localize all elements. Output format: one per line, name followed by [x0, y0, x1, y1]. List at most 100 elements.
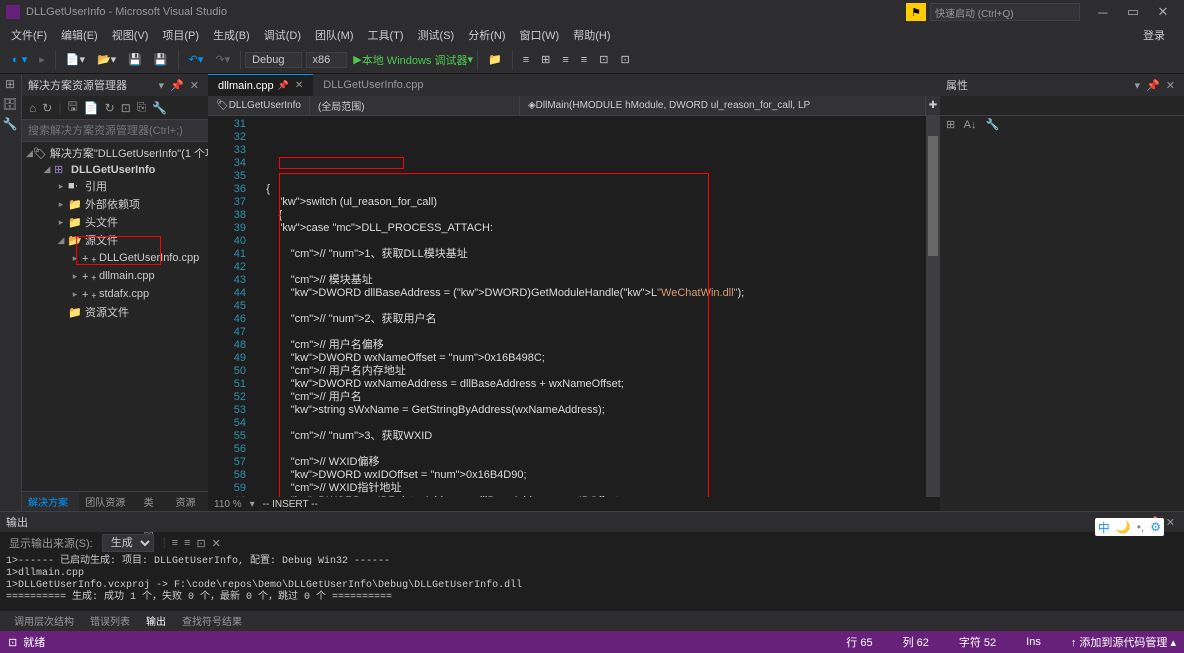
ime-zh-icon[interactable]: 中 [1095, 518, 1113, 536]
panel-pin-icon[interactable]: 📌 [167, 79, 187, 92]
ime-gear-icon[interactable]: ⚙ [1147, 518, 1164, 536]
tab-resource[interactable]: 资源视图 [170, 492, 209, 511]
tb-icon-5[interactable]: ≡ [577, 52, 591, 68]
file-dllmain[interactable]: ▸+﹢dllmain.cpp [22, 267, 208, 285]
props-dropdown-icon[interactable]: ▾ [1132, 79, 1144, 92]
tb-icon-6[interactable]: ⊡ [595, 51, 612, 68]
tab-getuserinfo[interactable]: DLLGetUserInfo.cpp [313, 74, 433, 96]
tb-icon-7[interactable]: ⊡ [616, 51, 633, 68]
new-button[interactable]: 📄▾ [62, 51, 89, 68]
out-close-icon[interactable]: ✕ [1163, 516, 1178, 529]
home-icon[interactable]: ⌂ [26, 101, 39, 115]
menu-analyze[interactable]: 分析(N) [461, 25, 512, 45]
pin-icon[interactable]: 📌 [278, 80, 289, 91]
props-pin-icon[interactable]: 📌 [1143, 79, 1163, 92]
nav-back-button[interactable]: ◐ ▾ [8, 51, 31, 68]
output-body[interactable]: 1>------ 已启动生成: 项目: DLLGetUserInfo, 配置: … [0, 554, 1184, 611]
undo-button[interactable]: ↶▾ [185, 51, 208, 68]
save-button[interactable]: 💾 [124, 51, 146, 68]
config-dropdown[interactable]: Debug [245, 52, 301, 68]
quick-launch-input[interactable]: 快速启动 (Ctrl+Q) [930, 3, 1080, 21]
tool-icon-6[interactable]: 🔧 [149, 101, 170, 115]
external-deps-node[interactable]: ▸📁外部依赖项 [22, 195, 208, 213]
panel-close-icon[interactable]: ✕ [187, 79, 202, 92]
maximize-button[interactable]: ▭ [1118, 2, 1148, 22]
menu-view[interactable]: 视图(V) [105, 25, 156, 45]
props-close-icon[interactable]: ✕ [1163, 79, 1178, 92]
source-control-button[interactable]: ↑ 添加到源代码管理 ▴ [1071, 634, 1176, 650]
ime-punct-icon[interactable]: •, [1134, 518, 1148, 536]
out-tool-2[interactable]: ≡ [181, 537, 193, 549]
signin-link[interactable]: 登录 [1136, 25, 1172, 45]
zoom-level[interactable]: 110 % [214, 499, 242, 510]
tool-icon-4[interactable]: ⊡ [118, 101, 134, 115]
tab-callstack[interactable]: 调用层次结构 [6, 611, 82, 631]
scrollbar-thumb[interactable] [928, 136, 938, 256]
menu-window[interactable]: 窗口(W) [513, 25, 567, 45]
tab-close-icon[interactable]: ✕ [295, 80, 303, 91]
platform-dropdown[interactable]: x86 [306, 52, 348, 68]
menu-tools[interactable]: 工具(T) [361, 25, 411, 45]
ime-indicator[interactable]: 中 🌙 •, ⚙ [1095, 518, 1164, 536]
nav-fwd-button[interactable]: ▸ [35, 51, 49, 68]
tb-icon-1[interactable]: 📁 [484, 51, 506, 68]
sync-icon[interactable]: ↻ [39, 101, 55, 115]
nav-scope[interactable]: (全局范围) [310, 96, 520, 115]
save-all-button[interactable]: 💾 [150, 51, 172, 68]
file-getuserinfo[interactable]: ▸+﹢DLLGetUserInfo.cpp [22, 249, 208, 267]
menu-build[interactable]: 生成(B) [206, 25, 257, 45]
out-tool-3[interactable]: ⊡ [193, 537, 208, 550]
menu-test[interactable]: 测试(S) [411, 25, 462, 45]
menu-debug[interactable]: 调试(D) [257, 25, 308, 45]
output-src-dropdown[interactable]: 生成 [102, 534, 154, 552]
start-debug-button[interactable]: ▶ 本地 Windows 调试器 ▾ [353, 52, 473, 68]
code-area[interactable]: 3132333435363738394041424344454647484950… [208, 116, 940, 497]
rail-toolbox-icon[interactable]: 🔧 [0, 114, 20, 134]
resources-node[interactable]: 📁资源文件 [22, 303, 208, 321]
tb-icon-4[interactable]: ≡ [558, 52, 572, 68]
tab-dllmain[interactable]: dllmain.cpp📌✕ [208, 74, 313, 96]
tool-icon-1[interactable]: 🖫 [64, 97, 80, 118]
tb-icon-3[interactable]: ⊞ [537, 51, 554, 68]
split-icon[interactable]: ✚ [926, 100, 940, 111]
open-button[interactable]: 📂▾ [93, 51, 120, 68]
props-sort-icon[interactable]: A↓ [964, 119, 977, 131]
tab-output[interactable]: 输出 [138, 611, 174, 631]
solution-search-input[interactable] [22, 120, 208, 141]
nav-project[interactable]: 🏷 DLLGetUserInfo [208, 96, 310, 115]
ime-moon-icon[interactable]: 🌙 [1113, 518, 1134, 536]
menu-help[interactable]: 帮助(H) [566, 25, 617, 45]
redo-button[interactable]: ↷▾ [211, 51, 234, 68]
tab-team[interactable]: 团队资源管理器 [79, 492, 137, 511]
tab-solution[interactable]: 解决方案资源... [22, 492, 79, 511]
out-tool-4[interactable]: ✕ [209, 537, 224, 550]
nav-member[interactable]: ◈ DllMain(HMODULE hModule, DWORD ul_reas… [520, 96, 926, 115]
tool-icon-3[interactable]: ↻ [102, 101, 118, 115]
project-node[interactable]: ◢⊞DLLGetUserInfo [22, 162, 208, 177]
sources-node[interactable]: ◢📂源文件 [22, 231, 208, 249]
menu-team[interactable]: 团队(M) [308, 25, 361, 45]
minimize-button[interactable]: ─ [1088, 2, 1118, 22]
rail-server-icon[interactable]: 🗄 [0, 94, 20, 114]
tab-errors[interactable]: 错误列表 [82, 611, 138, 631]
tab-find[interactable]: 查找符号结果 [174, 611, 250, 631]
menu-project[interactable]: 项目(P) [155, 25, 206, 45]
props-cat-icon[interactable]: ⊞ [946, 119, 955, 131]
tab-class[interactable]: 类视图 [138, 492, 170, 511]
props-page-icon[interactable]: 🔧 [986, 119, 1000, 131]
solution-root[interactable]: ◢🏷解决方案"DLLGetUserInfo"(1 个项目) [22, 144, 208, 162]
code-body[interactable]: { "kw">switch (ul_reason_for_call) { "kw… [254, 116, 926, 497]
references-node[interactable]: ▸■·引用 [22, 177, 208, 195]
tool-icon-2[interactable]: 📄 [81, 101, 102, 115]
file-stdafx[interactable]: ▸+﹢stdafx.cpp [22, 285, 208, 303]
menu-file[interactable]: 文件(F) [4, 25, 54, 45]
panel-dropdown-icon[interactable]: ▾ [156, 79, 168, 92]
close-button[interactable]: ✕ [1148, 2, 1178, 22]
tb-icon-2[interactable]: ≡ [519, 52, 533, 68]
rail-data-icon[interactable]: ⊞ [0, 74, 20, 94]
menu-edit[interactable]: 编辑(E) [54, 25, 105, 45]
headers-node[interactable]: ▸📁头文件 [22, 213, 208, 231]
vertical-scrollbar[interactable] [926, 116, 940, 497]
tool-icon-5[interactable]: ⎘ [134, 100, 150, 115]
notification-flag-icon[interactable]: ⚑ [906, 3, 926, 21]
